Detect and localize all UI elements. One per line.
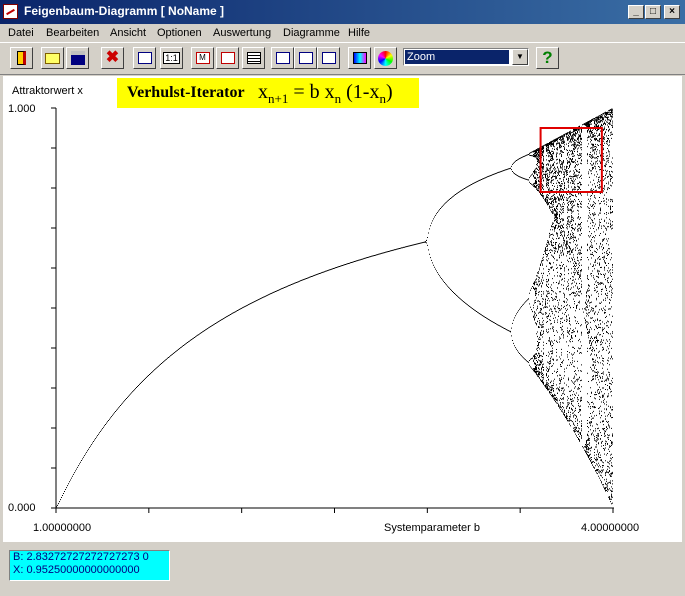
chart-b-button[interactable] — [294, 47, 317, 69]
x-axis-label: Systemparameter b — [384, 522, 480, 534]
formula-eq: = b x — [288, 81, 335, 103]
menu-bearbeiten[interactable]: Bearbeiten — [46, 26, 99, 40]
maximize-button[interactable]: □ — [645, 5, 661, 19]
zoom-dropdown[interactable]: Zoom ▼ — [403, 48, 529, 66]
close-button[interactable]: × — [664, 5, 680, 19]
zoom-selected-value: Zoom — [405, 50, 509, 64]
menu-ansicht[interactable]: Ansicht — [110, 26, 146, 40]
menu-hilfe[interactable]: Hilfe — [348, 26, 370, 40]
open-button[interactable] — [41, 47, 64, 69]
plot-canvas[interactable]: Verhulst-Iterator xn+1 = b xn (1-xn) Att… — [3, 76, 682, 542]
app-icon[interactable] — [3, 4, 18, 19]
help-question-icon: ? — [542, 48, 553, 67]
save-disk-icon — [70, 51, 85, 65]
frame-button[interactable] — [216, 47, 239, 69]
frame-icon — [220, 52, 235, 64]
color-button[interactable] — [374, 47, 397, 69]
marker-m-icon: M — [195, 52, 210, 64]
title-bar[interactable]: Feigenbaum-Diagramm [ NoName ] _ □ × — [0, 0, 685, 24]
chart-line-a-icon — [275, 52, 290, 64]
formula-panel: Verhulst-Iterator xn+1 = b xn (1-xn) — [117, 78, 419, 108]
formula-close: ) — [385, 81, 393, 103]
formula-label: Verhulst-Iterator — [127, 84, 245, 101]
formula-x: x — [258, 81, 268, 103]
delete-button[interactable]: ✖ — [101, 47, 124, 69]
table-button[interactable] — [242, 47, 265, 69]
menu-diagramme[interactable]: Diagramme — [283, 26, 340, 40]
window-title: Feigenbaum-Diagramm [ NoName ] — [24, 4, 225, 18]
scale-1-1-icon: 1:1 — [163, 52, 180, 64]
minimize-button[interactable]: _ — [628, 5, 644, 19]
chart-c-button[interactable] — [317, 47, 340, 69]
open-folder-icon — [45, 52, 60, 64]
menu-datei[interactable]: Datei — [8, 26, 34, 40]
help-button[interactable]: ? — [536, 47, 559, 69]
save-button[interactable] — [66, 47, 89, 69]
marker-button[interactable]: M — [191, 47, 214, 69]
exit-icon — [17, 51, 26, 65]
chevron-down-icon[interactable]: ▼ — [512, 49, 528, 65]
chart-line-c-icon — [321, 52, 336, 64]
table-icon — [246, 52, 261, 64]
x-tick-label-min: 1.00000000 — [33, 522, 92, 534]
y-axis-label: Attraktorwert x — [12, 85, 83, 97]
status-bar: B: 2.83272727272727273 0 X: 0.9525000000… — [0, 543, 685, 596]
y-tick-label-max: 1.000 — [8, 103, 36, 115]
color-wheel-icon — [378, 50, 393, 66]
app-window: Feigenbaum-Diagramm [ NoName ] _ □ × Dat… — [0, 0, 685, 596]
menu-bar: Datei Bearbeiten Ansicht Optionen Auswer… — [0, 24, 685, 42]
x-tick-label-max: 4.00000000 — [581, 522, 640, 534]
feigenbaum-chart — [51, 107, 614, 513]
bifurcation-points — [56, 108, 614, 509]
delete-x-icon: ✖ — [105, 49, 120, 66]
exit-button[interactable] — [10, 47, 33, 69]
hsv-button[interactable] — [348, 47, 371, 69]
formula-sub-n1: n+1 — [268, 91, 289, 106]
formula-equation: xn+1 = b xn (1-xn) — [258, 81, 393, 107]
scale-button[interactable]: 1:1 — [160, 47, 183, 69]
x-value: X: 0.95250000000000000 — [13, 564, 140, 576]
coordinate-readout: B: 2.83272727272727273 0 X: 0.9525000000… — [9, 550, 170, 581]
menu-auswertung[interactable]: Auswertung — [213, 26, 271, 40]
y-tick-label-min: 0.000 — [8, 502, 36, 514]
axes-button[interactable] — [133, 47, 156, 69]
menu-optionen[interactable]: Optionen — [157, 26, 202, 40]
b-value: B: 2.83272727272727273 0 — [13, 551, 149, 563]
hsv-icon — [352, 52, 367, 64]
chart-line-b-icon — [298, 52, 313, 64]
chart-axes-icon — [137, 52, 152, 64]
chart-a-button[interactable] — [271, 47, 294, 69]
formula-paren: (1-x — [341, 81, 380, 103]
